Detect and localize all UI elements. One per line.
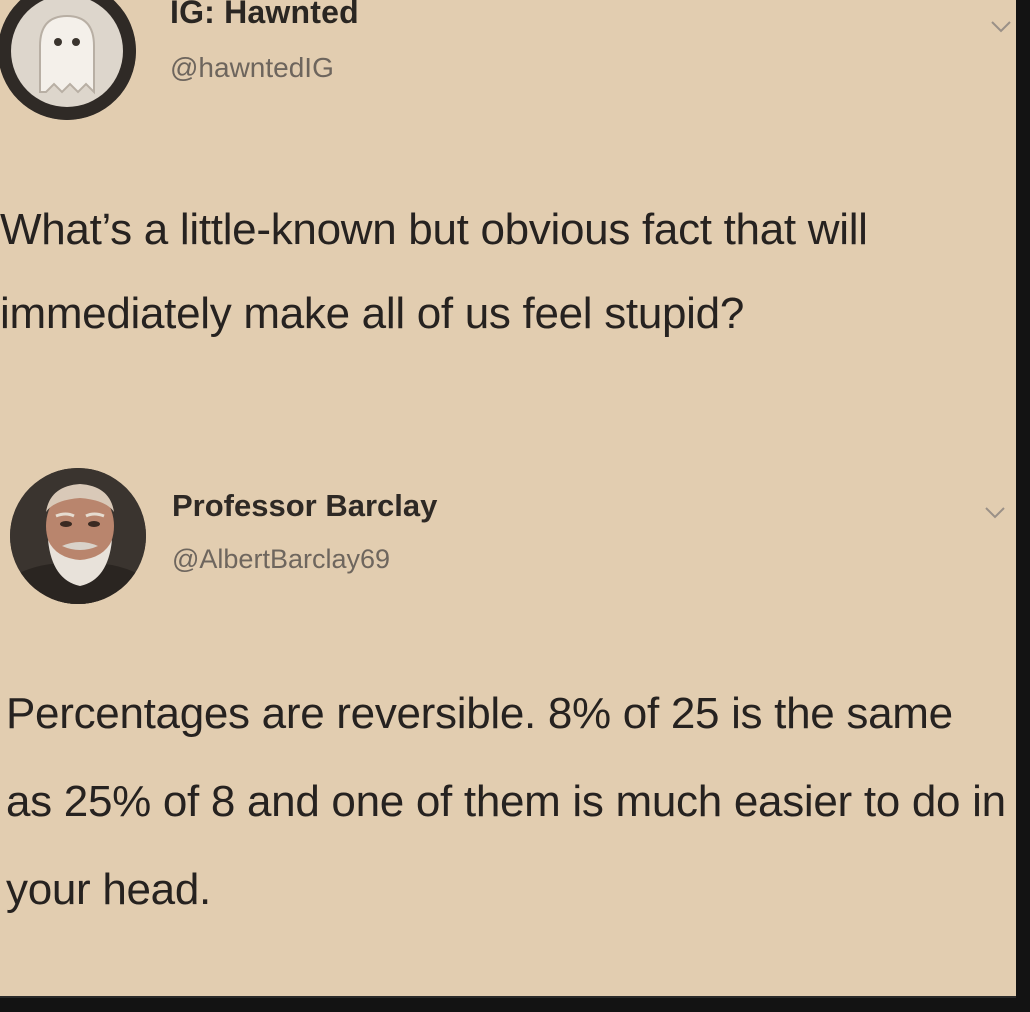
chevron-down-icon[interactable] [984,506,1006,520]
tweet-text: What’s a little-known but obvious fact t… [0,205,868,338]
user-handle[interactable]: @AlbertBarclay69 [172,544,390,575]
professor-avatar[interactable] [10,468,146,604]
tweet-question: IG: Hawnted @hawntedIG What’s a little-k… [0,0,1016,450]
ghost-icon [0,0,136,120]
frame-border [0,998,1030,1012]
frame-border [1016,0,1030,1012]
tweet-screenshot: IG: Hawnted @hawntedIG What’s a little-k… [0,0,1018,998]
chevron-down-icon[interactable] [990,20,1012,34]
user-handle[interactable]: @hawntedIG [170,52,334,84]
bearded-man-avatar [10,468,146,604]
display-name[interactable]: Professor Barclay [172,488,437,524]
ghost-avatar[interactable] [0,0,136,120]
tweet-text: Percentages are reversible. 8% of 25 is … [6,689,1006,914]
display-name[interactable]: IG: Hawnted [170,0,359,31]
